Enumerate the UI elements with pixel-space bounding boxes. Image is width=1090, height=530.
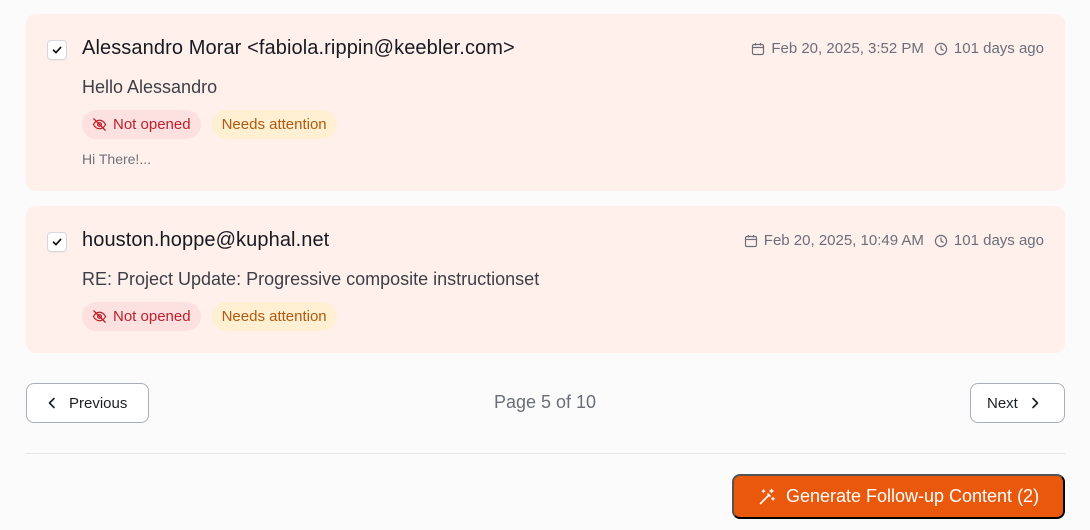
- email-sender: houston.hoppe@kuphal.net: [82, 229, 330, 251]
- email-subject: Hello Alessandro: [82, 77, 218, 97]
- checkmark-icon: [52, 46, 62, 54]
- email-date-text: Feb 20, 2025, 10:49 AM: [763, 232, 924, 249]
- email-preview: Hi There!...: [82, 151, 151, 167]
- email-meta: Feb 20, 2025, 3:52 PM 101 days ago: [751, 40, 1044, 57]
- not-opened-badge: Not opened: [82, 302, 201, 331]
- not-opened-label: Not opened: [113, 116, 191, 133]
- chevron-right-icon: [1032, 397, 1039, 409]
- generate-follow-up-button[interactable]: Generate Follow-up Content (2): [732, 474, 1065, 519]
- email-card: Alessandro Morar <fabiola.rippin@keebler…: [26, 14, 1065, 191]
- email-badges: Not opened Needs attention: [82, 302, 337, 331]
- clock-icon: [934, 234, 948, 247]
- email-date-text: Feb 20, 2025, 3:52 PM: [771, 40, 924, 57]
- email-age: 101 days ago: [934, 40, 1044, 57]
- calendar-icon: [744, 234, 757, 247]
- email-date: Feb 20, 2025, 10:49 AM: [744, 232, 924, 249]
- clock-icon: [934, 42, 948, 55]
- generate-label: Generate Follow-up Content (2): [785, 486, 1040, 506]
- email-sender: Alessandro Morar <fabiola.rippin@keebler…: [82, 37, 515, 59]
- eye-off-icon: [92, 310, 107, 323]
- email-badges: Not opened Needs attention: [82, 110, 337, 139]
- next-button[interactable]: Next: [970, 383, 1065, 423]
- needs-attention-badge: Needs attention: [211, 302, 337, 331]
- eye-off-icon: [92, 118, 107, 131]
- email-age-text: 101 days ago: [953, 40, 1044, 57]
- page-indicator: Page 5 of 10: [493, 392, 597, 412]
- email-select-checkbox[interactable]: [47, 232, 67, 252]
- email-subject: RE: Project Update: Progressive composit…: [82, 269, 540, 289]
- checkmark-icon: [52, 238, 62, 246]
- next-label: Next: [987, 394, 1018, 412]
- not-opened-badge: Not opened: [82, 110, 201, 139]
- email-select-checkbox[interactable]: [47, 40, 67, 60]
- email-age: 101 days ago: [934, 232, 1044, 249]
- needs-attention-badge: Needs attention: [211, 110, 337, 139]
- not-opened-label: Not opened: [113, 308, 191, 325]
- email-card: houston.hoppe@kuphal.net Feb 20, 2025, 1…: [26, 206, 1065, 353]
- section-divider: [26, 453, 1065, 454]
- magic-wand-icon: [759, 488, 775, 504]
- email-date: Feb 20, 2025, 3:52 PM: [751, 40, 924, 57]
- calendar-icon: [752, 42, 765, 55]
- email-age-text: 101 days ago: [953, 232, 1044, 249]
- email-meta: Feb 20, 2025, 10:49 AM 101 days ago: [744, 232, 1044, 249]
